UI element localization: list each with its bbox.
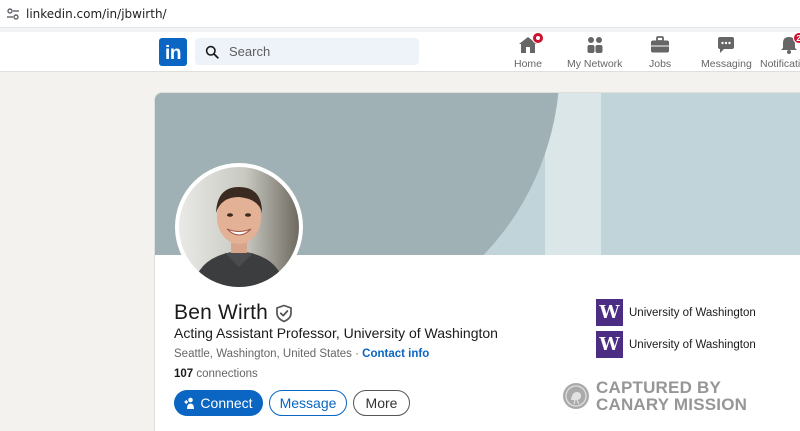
profile-photo — [179, 167, 299, 287]
nav-label: Jobs — [649, 58, 672, 70]
notification-badge — [532, 32, 544, 44]
search-bar[interactable] — [195, 38, 419, 65]
profile-headline: Acting Assistant Professor, University o… — [174, 325, 498, 341]
briefcase-icon — [651, 36, 670, 53]
watermark: CAPTURED BY CANARY MISSION — [562, 379, 747, 413]
site-settings-icon[interactable] — [6, 7, 20, 21]
education-item[interactable]: W University of Washington — [596, 299, 756, 326]
profile-name: Ben Wirth — [174, 301, 268, 324]
watermark-line2: CANARY MISSION — [596, 395, 748, 414]
connections-number: 107 — [174, 368, 194, 380]
message-button[interactable]: Message — [269, 390, 347, 416]
nav-jobs[interactable]: Jobs — [649, 35, 671, 71]
verified-shield-icon[interactable] — [275, 304, 293, 323]
more-label: More — [365, 395, 398, 411]
message-label: Message — [279, 395, 337, 411]
search-input[interactable] — [229, 44, 409, 59]
search-icon — [205, 45, 219, 59]
linkedin-header: in Home My Network — [0, 32, 800, 72]
nav-label: Messaging — [701, 58, 752, 70]
avatar[interactable] — [175, 163, 303, 291]
profile-card: Ben Wirth Acting Assistant Professor, Un… — [154, 92, 800, 431]
nav-label: Home — [514, 58, 543, 70]
location-row: Seattle, Washington, United States · Con… — [174, 348, 429, 360]
profile-location: Seattle, Washington, United States — [174, 348, 352, 360]
separator: · — [351, 348, 363, 360]
university-logo: W — [596, 331, 623, 358]
connect-button[interactable]: Connect — [174, 390, 263, 416]
connections-label: connections — [193, 368, 258, 380]
university-logo: W — [596, 299, 623, 326]
nav-label: Notifications — [760, 58, 800, 70]
messaging-icon — [718, 37, 735, 53]
nav-my-network[interactable]: My Network — [567, 35, 622, 71]
connections-count[interactable]: 107 connections — [174, 368, 258, 380]
url-text[interactable]: linkedin.com/in/jbwirth/ — [26, 7, 167, 21]
nav-home[interactable]: Home — [514, 32, 544, 71]
nav-notifications[interactable]: 2 Notifications — [760, 32, 800, 71]
more-button[interactable]: More — [353, 390, 410, 416]
linkedin-logo[interactable]: in — [159, 38, 187, 66]
add-person-icon — [184, 397, 195, 409]
education-item[interactable]: W University of Washington — [596, 331, 756, 358]
connect-label: Connect — [200, 395, 253, 411]
education-name: University of Washington — [629, 338, 756, 351]
canary-seal-icon — [563, 383, 589, 409]
contact-info-link[interactable]: Contact info — [362, 348, 429, 360]
nav-messaging[interactable]: Messaging — [701, 35, 752, 71]
network-icon — [587, 37, 603, 53]
nav-label: My Network — [567, 58, 623, 70]
notification-count-badge: 2 — [792, 32, 800, 44]
browser-address-bar[interactable]: linkedin.com/in/jbwirth/ — [0, 0, 800, 28]
education-name: University of Washington — [629, 306, 756, 319]
watermark-line1: CAPTURED BY — [596, 378, 721, 397]
